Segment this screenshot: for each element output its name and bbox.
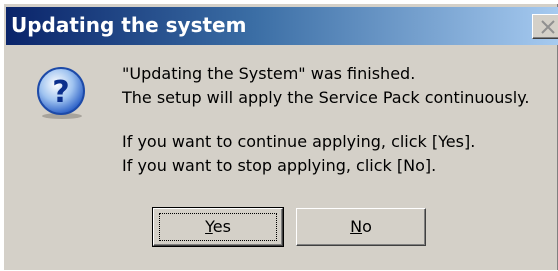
close-button[interactable] [532, 14, 558, 39]
window-title: Updating the system [11, 13, 247, 37]
yes-button-label: Yes [205, 217, 231, 236]
no-button-label: No [350, 217, 372, 236]
no-button[interactable]: No [296, 208, 426, 246]
close-icon [541, 20, 555, 34]
message-line: "Updating the System" was finished. [122, 64, 416, 83]
message-line: If you want to continue applying, click … [122, 132, 476, 151]
message-line: If you want to stop applying, click [No]… [122, 156, 437, 175]
message-line: The setup will apply the Service Pack co… [122, 88, 530, 107]
title-bar[interactable]: Updating the system [6, 7, 558, 45]
svg-text:?: ? [52, 75, 69, 110]
question-icon: ? [37, 67, 85, 119]
yes-button[interactable]: Yes [152, 207, 284, 247]
message-text: "Updating the System" was finished. The … [122, 62, 529, 178]
